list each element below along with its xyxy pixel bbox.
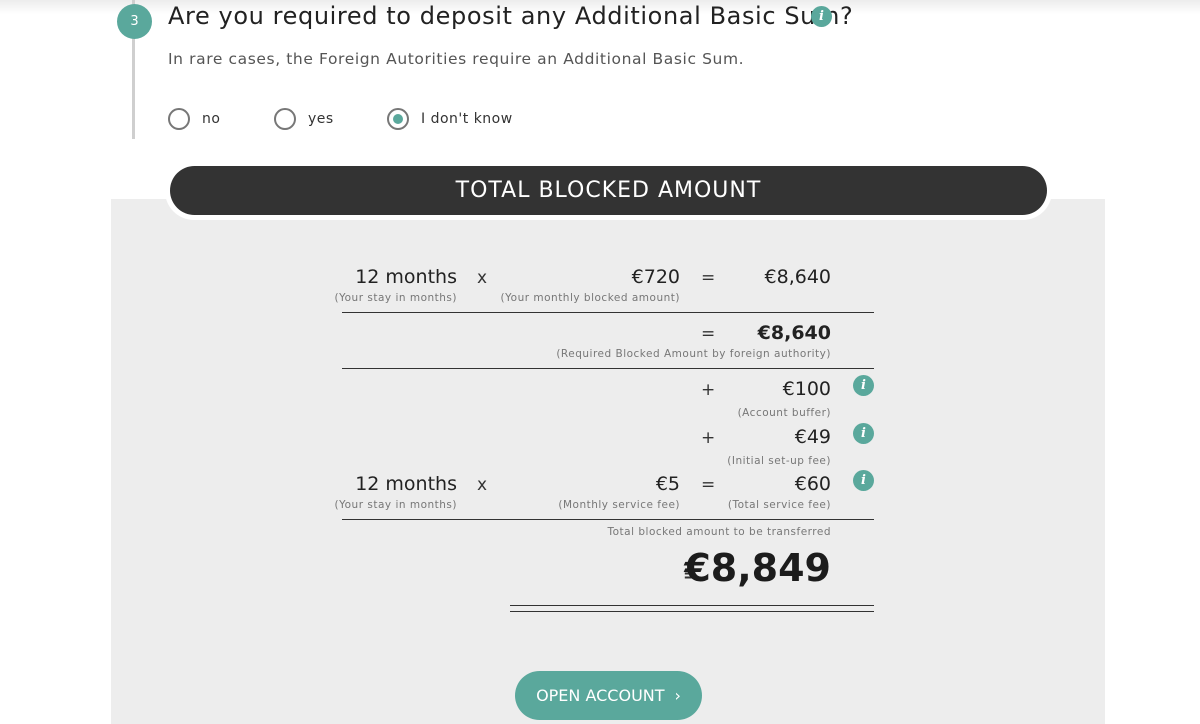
monthly-service-fee-caption: (Monthly service fee) [558,499,680,511]
chevron-right-icon: › [674,686,681,705]
stay-months-caption: (Your stay in months) [334,292,457,304]
equals-sign: = [701,324,716,344]
calculation-area: 12 months (Your stay in months) x €720 (… [0,0,1200,724]
multiply-sign: x [477,475,488,495]
plus-sign: + [701,428,716,448]
required-amount: €8,640 [757,322,831,344]
service-months: 12 months [355,473,457,495]
divider [342,368,874,369]
monthly-blocked-caption: (Your monthly blocked amount) [500,292,680,304]
required-amount-caption: (Required Blocked Amount by foreign auth… [556,348,831,360]
open-account-button[interactable]: OPEN ACCOUNT › [515,671,702,720]
total-service-fee: €60 [794,473,831,495]
multiply-sign: x [477,268,488,288]
info-icon[interactable]: i [853,375,874,396]
monthly-service-fee: €5 [655,473,680,495]
double-underline-bottom [510,611,874,612]
total-caption: Total blocked amount to be transferred [607,526,831,538]
total-service-fee-caption: (Total service fee) [727,499,831,511]
equals-sign: = [701,268,716,288]
row1-result: €8,640 [764,266,831,288]
setup-fee-caption: (Initial set-up fee) [727,455,831,467]
divider [342,312,874,313]
total-blocked-amount: €8,849 [684,546,831,590]
setup-fee-amount: €49 [794,426,831,448]
account-buffer-caption: (Account buffer) [737,407,831,419]
info-icon[interactable]: i [853,470,874,491]
monthly-blocked-amount: €720 [631,266,680,288]
equals-sign: = [701,475,716,495]
open-account-label: OPEN ACCOUNT [536,686,665,705]
plus-sign: + [701,380,716,400]
service-months-caption: (Your stay in months) [334,499,457,511]
double-underline-top [510,605,874,606]
divider [342,519,874,520]
info-icon[interactable]: i [853,423,874,444]
account-buffer-amount: €100 [782,378,831,400]
stay-months: 12 months [355,266,457,288]
